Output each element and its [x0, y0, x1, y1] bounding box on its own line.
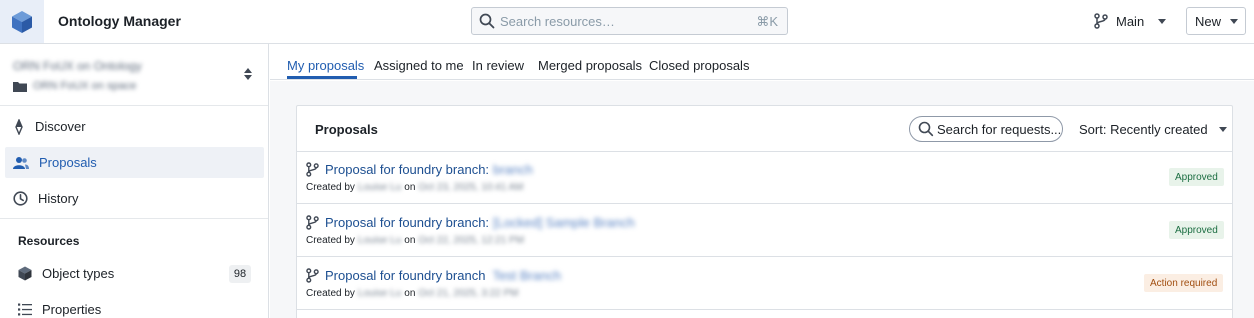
tab-assigned-to-me[interactable]: Assigned to me	[374, 58, 464, 73]
proposal-author: Louise Lu	[357, 288, 402, 299]
context-name: ORN FoUX on Ontology	[13, 59, 142, 73]
panel-header: Proposals Search for requests... Sort: R…	[297, 106, 1232, 152]
proposal-author: Louise Lu	[357, 182, 402, 193]
active-tab-indicator	[287, 76, 357, 79]
app-title: Ontology Manager	[58, 13, 181, 29]
sidebar-item-discover[interactable]: Discover	[5, 111, 264, 142]
search-icon	[479, 13, 495, 29]
list-icon	[18, 303, 32, 316]
sort-dropdown[interactable]: Sort: Recently created	[1079, 122, 1227, 137]
resources-heading: Resources	[18, 234, 80, 248]
on-label: on	[404, 235, 416, 246]
tab-my-proposals[interactable]: My proposals	[287, 58, 364, 73]
panel-title: Proposals	[315, 122, 378, 137]
proposal-title: Proposal for foundry branch:	[325, 162, 490, 177]
top-bar: Ontology Manager Search resources… ⌘K Ma…	[0, 0, 1254, 44]
proposal-meta: Created by Louise Lu on Oct 22, 2025, 12…	[306, 235, 524, 246]
sidebar-item-history[interactable]: History	[5, 183, 264, 214]
sidebar-item-label: History	[38, 191, 79, 206]
chevron-down-icon	[1218, 127, 1227, 132]
proposal-meta: Created by Louise Lu on Oct 23, 2025, 10…	[306, 182, 524, 193]
context-space-label: ORN FoUX on space	[33, 80, 137, 92]
people-icon	[13, 156, 29, 169]
proposal-date: Oct 22, 2025, 12:21 PM	[418, 235, 525, 246]
proposal-row[interactable]: Proposal for foundry branch Test Branch …	[297, 258, 1232, 310]
sort-label: Sort: Recently created	[1079, 122, 1208, 137]
on-label: on	[404, 288, 416, 299]
sidebar-item-properties[interactable]: Properties	[5, 294, 264, 318]
sidebar-item-label: Discover	[35, 119, 86, 134]
git-branch-icon	[306, 268, 319, 283]
git-branch-icon	[306, 215, 319, 230]
proposal-tabs: My proposals Assigned to me In review Me…	[270, 44, 1254, 80]
context-toggle-icon	[244, 68, 252, 80]
created-by-label: Created by	[306, 288, 355, 299]
proposal-branch-name: branch	[493, 162, 533, 177]
sidebar: ORN FoUX on Ontology ORN FoUX on space D…	[0, 44, 269, 318]
sidebar-item-proposals[interactable]: Proposals	[5, 147, 264, 178]
branch-label: Main	[1116, 13, 1145, 29]
status-badge: Approved	[1169, 221, 1224, 239]
sidebar-divider	[0, 218, 268, 219]
proposal-date: Oct 21, 2025, 3:22 PM	[418, 288, 519, 299]
global-search[interactable]: Search resources… ⌘K	[471, 7, 788, 35]
proposal-title-link[interactable]: Proposal for foundry branch Test Branch	[325, 268, 561, 283]
tab-closed-proposals[interactable]: Closed proposals	[649, 58, 749, 73]
tab-in-review[interactable]: In review	[472, 58, 524, 73]
created-by-label: Created by	[306, 182, 355, 193]
proposal-title: Proposal for foundry branch	[325, 268, 486, 283]
cube-icon	[12, 10, 32, 33]
proposal-title-link[interactable]: Proposal for foundry branch: [Locked] Sa…	[325, 215, 635, 230]
git-branch-icon	[1094, 13, 1108, 29]
sidebar-item-object-types[interactable]: Object types	[5, 258, 264, 289]
cube-icon	[18, 266, 32, 281]
branch-selector[interactable]: Main	[1094, 10, 1167, 32]
compass-icon	[15, 118, 23, 135]
search-placeholder: Search resources…	[500, 14, 615, 29]
proposal-branch-name: Test Branch	[492, 268, 562, 283]
created-by-label: Created by	[306, 235, 355, 246]
proposals-panel: Proposals Search for requests... Sort: R…	[296, 105, 1233, 318]
sidebar-item-label: Proposals	[39, 155, 97, 170]
sidebar-item-label: Object types	[42, 266, 115, 281]
request-search-input[interactable]: Search for requests...	[909, 116, 1063, 142]
proposal-date: Oct 23, 2025, 10:41 AM	[418, 182, 524, 193]
on-label: on	[404, 182, 416, 193]
proposal-author: Louise Lu	[357, 235, 402, 246]
sidebar-item-label: Properties	[42, 302, 102, 317]
folder-icon	[13, 81, 27, 92]
new-button-label: New	[1195, 13, 1222, 29]
status-badge: Approved	[1169, 168, 1224, 186]
status-badge: Action required	[1144, 274, 1224, 292]
proposal-row[interactable]: Proposal for foundry branch: branch Crea…	[297, 152, 1232, 204]
context-selector[interactable]: ORN FoUX on Ontology ORN FoUX on space	[0, 44, 268, 106]
clock-icon	[13, 191, 28, 206]
object-types-count: 98	[229, 265, 251, 283]
chevron-down-icon	[1158, 18, 1167, 24]
search-icon	[918, 121, 934, 137]
proposal-row[interactable]: Proposal for foundry branch: [Locked] Sa…	[297, 205, 1232, 257]
git-branch-icon	[306, 162, 319, 177]
context-space: ORN FoUX on space	[13, 80, 136, 92]
proposal-title-link[interactable]: Proposal for foundry branch: branch	[325, 162, 533, 177]
proposal-meta: Created by Louise Lu on Oct 21, 2025, 3:…	[306, 288, 518, 299]
proposal-title: Proposal for foundry branch:	[325, 215, 490, 230]
chevron-down-icon	[1230, 18, 1239, 24]
app-logo[interactable]	[0, 0, 44, 43]
new-button[interactable]: New	[1186, 7, 1246, 35]
proposal-branch-name: [Locked] Sample Branch	[493, 215, 635, 230]
search-shortcut: ⌘K	[756, 14, 778, 29]
request-search-placeholder: Search for requests...	[937, 122, 1062, 137]
tab-merged-proposals[interactable]: Merged proposals	[538, 58, 642, 73]
